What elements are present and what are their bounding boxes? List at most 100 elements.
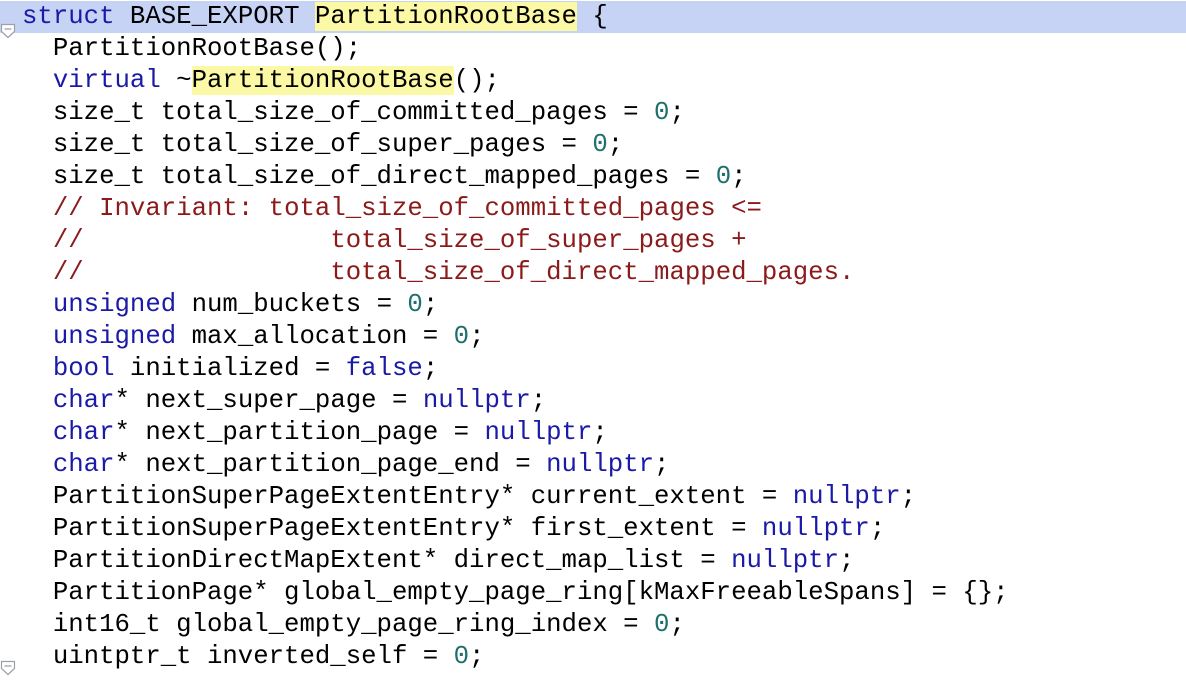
keyword-token: virtual bbox=[52, 66, 161, 95]
number-token: 0 bbox=[715, 162, 732, 191]
fold-close-icon[interactable] bbox=[0, 660, 16, 676]
code-token: PartitionSuperPageExtentEntry* first_ext… bbox=[22, 514, 762, 543]
code-editor[interactable]: struct BASE_EXPORT PartitionRootBase { P… bbox=[0, 0, 1186, 698]
number-token: 0 bbox=[654, 610, 670, 639]
code-line[interactable]: PartitionRootBase(); bbox=[0, 33, 1186, 65]
code-token: ; bbox=[654, 450, 670, 479]
code-line[interactable]: // Invariant: total_size_of_committed_pa… bbox=[0, 193, 1186, 225]
code-token: * next_partition_page = bbox=[114, 418, 485, 447]
keyword-token: nullptr bbox=[484, 418, 593, 447]
code-token: uintptr_t inverted_self = bbox=[22, 642, 454, 671]
code-token: ; bbox=[731, 162, 747, 191]
code-token: ; bbox=[900, 482, 917, 511]
code-text: char* next_partition_page = nullptr; bbox=[22, 417, 608, 449]
code-text: virtual ~PartitionRootBase(); bbox=[22, 65, 500, 97]
number-token: 0 bbox=[453, 642, 470, 671]
code-token: size_t total_size_of_committed_pages = bbox=[22, 98, 655, 127]
code-text: uintptr_t inverted_self = 0; bbox=[22, 641, 485, 673]
code-line[interactable]: // total_size_of_super_pages + bbox=[0, 225, 1186, 257]
code-token: ; bbox=[607, 130, 624, 159]
code-text: PartitionRootBase(); bbox=[22, 33, 361, 65]
code-line[interactable]: size_t total_size_of_direct_mapped_pages… bbox=[0, 161, 1186, 193]
code-line-current[interactable]: struct BASE_EXPORT PartitionRootBase { bbox=[0, 1, 1186, 33]
code-text: PartitionPage* global_empty_page_ring[kM… bbox=[22, 577, 1009, 609]
keyword-token: nullptr bbox=[792, 482, 901, 511]
code-line[interactable]: PartitionDirectMapExtent* direct_map_lis… bbox=[0, 545, 1186, 577]
code-token: size_t total_size_of_super_pages = bbox=[22, 130, 593, 159]
code-line[interactable]: PartitionSuperPageExtentEntry* first_ext… bbox=[0, 513, 1186, 545]
code-token: ; bbox=[469, 322, 485, 351]
code-token: ; bbox=[669, 98, 685, 127]
code-line[interactable]: bool initialized = false; bbox=[0, 353, 1186, 385]
code-token: int16_t global_empty_page_ring_index = bbox=[22, 610, 655, 639]
code-text: // total_size_of_super_pages + bbox=[22, 225, 747, 257]
code-token: initialized = bbox=[114, 354, 346, 383]
code-token: ; bbox=[422, 290, 439, 319]
code-line[interactable]: char* next_partition_page_end = nullptr; bbox=[0, 449, 1186, 481]
code-text: char* next_super_page = nullptr; bbox=[22, 385, 546, 417]
code-token: ; bbox=[869, 514, 886, 543]
highlighted-identifier: PartitionRootBase bbox=[191, 66, 454, 95]
code-token: ; bbox=[422, 354, 439, 383]
code-line[interactable]: // total_size_of_direct_mapped_pages. bbox=[0, 257, 1186, 289]
keyword-token: nullptr bbox=[761, 514, 870, 543]
code-token: max_allocation = bbox=[176, 322, 454, 351]
code-line[interactable]: PartitionPage* global_empty_page_ring[kM… bbox=[0, 577, 1186, 609]
code-token: size_t total_size_of_direct_mapped_pages… bbox=[22, 162, 716, 191]
number-token: 0 bbox=[407, 290, 423, 319]
code-token: ~ bbox=[160, 66, 192, 95]
code-text: size_t total_size_of_committed_pages = 0… bbox=[22, 97, 685, 129]
code-token: ; bbox=[839, 546, 855, 575]
code-text: struct BASE_EXPORT PartitionRootBase { bbox=[22, 1, 608, 33]
code-text: size_t total_size_of_super_pages = 0; bbox=[22, 129, 623, 161]
code-line[interactable]: char* next_partition_page = nullptr; bbox=[0, 417, 1186, 449]
code-line[interactable]: char* next_super_page = nullptr; bbox=[0, 385, 1186, 417]
code-token: num_buckets = bbox=[176, 290, 408, 319]
number-token: 0 bbox=[654, 98, 670, 127]
code-text: size_t total_size_of_direct_mapped_pages… bbox=[22, 161, 747, 193]
code-text: PartitionSuperPageExtentEntry* first_ext… bbox=[22, 513, 885, 545]
keyword-token: nullptr bbox=[731, 546, 839, 575]
code-line[interactable]: uintptr_t inverted_self = 0; bbox=[0, 641, 1186, 673]
code-text: unsigned num_buckets = 0; bbox=[22, 289, 438, 321]
code-token: ; bbox=[669, 610, 685, 639]
code-token: PartitionRootBase(); bbox=[22, 34, 362, 63]
comment-token: // total_size_of_super_pages + bbox=[52, 226, 747, 255]
code-line[interactable]: unsigned max_allocation = 0; bbox=[0, 321, 1186, 353]
keyword-token: struct bbox=[22, 2, 115, 31]
code-token: * next_partition_page_end = bbox=[114, 450, 547, 479]
code-token: ; bbox=[469, 642, 485, 671]
keyword-token: bool bbox=[52, 354, 115, 383]
keyword-token: char bbox=[52, 418, 115, 447]
code-text: PartitionDirectMapExtent* direct_map_lis… bbox=[22, 545, 855, 577]
comment-token: // Invariant: total_size_of_committed_pa… bbox=[52, 194, 762, 223]
number-token: 0 bbox=[453, 322, 470, 351]
code-line[interactable]: size_t total_size_of_super_pages = 0; bbox=[0, 129, 1186, 161]
code-line[interactable]: PartitionSuperPageExtentEntry* current_e… bbox=[0, 481, 1186, 513]
fold-open-icon[interactable] bbox=[0, 23, 16, 39]
code-token: PartitionPage* global_empty_page_ring[kM… bbox=[22, 578, 1009, 607]
code-token: * next_super_page = bbox=[114, 386, 423, 415]
code-line[interactable]: int16_t global_empty_page_ring_index = 0… bbox=[0, 609, 1186, 641]
number-token: 0 bbox=[592, 130, 608, 159]
comment-token: // total_size_of_direct_mapped_pages. bbox=[52, 258, 855, 287]
keyword-token: nullptr bbox=[422, 386, 531, 415]
code-text: int16_t global_empty_page_ring_index = 0… bbox=[22, 609, 685, 641]
highlighted-identifier: PartitionRootBase bbox=[314, 2, 577, 31]
code-text: bool initialized = false; bbox=[22, 353, 438, 385]
code-line[interactable]: unsigned num_buckets = 0; bbox=[0, 289, 1186, 321]
code-token: BASE_EXPORT bbox=[114, 2, 315, 31]
code-token: (); bbox=[453, 66, 500, 95]
code-line[interactable]: virtual ~PartitionRootBase(); bbox=[0, 65, 1186, 97]
code-text: unsigned max_allocation = 0; bbox=[22, 321, 485, 353]
code-text: PartitionSuperPageExtentEntry* current_e… bbox=[22, 481, 916, 513]
code-line[interactable]: size_t total_size_of_committed_pages = 0… bbox=[0, 97, 1186, 129]
